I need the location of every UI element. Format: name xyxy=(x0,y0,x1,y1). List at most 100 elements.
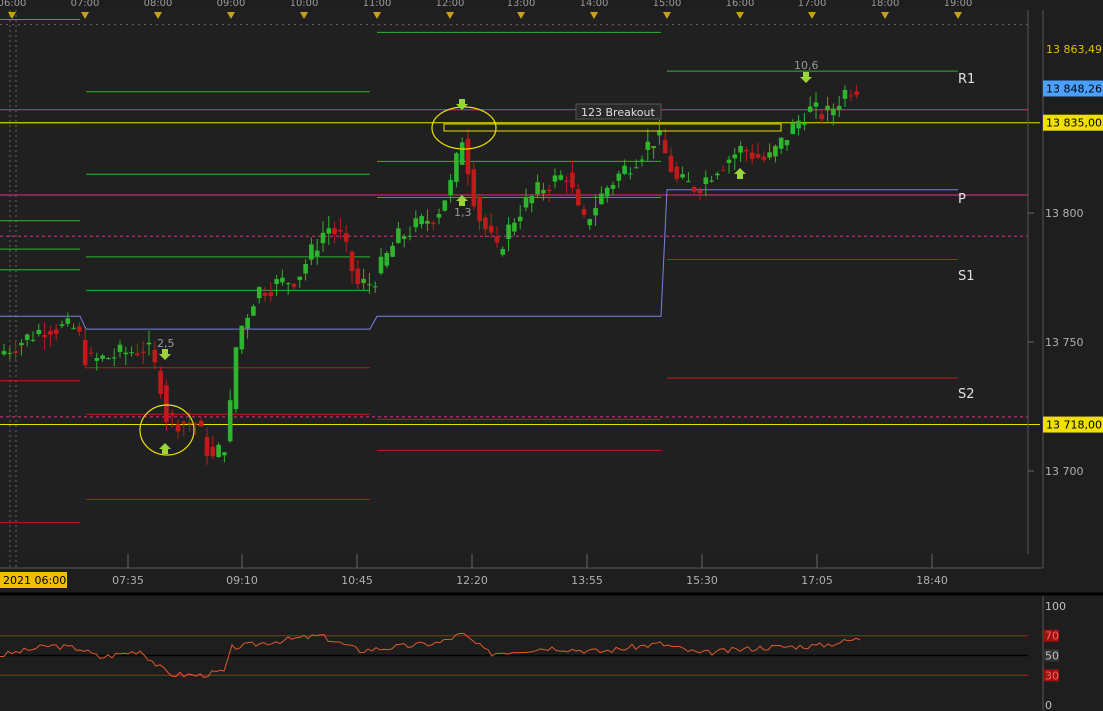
bull-candle xyxy=(123,352,129,355)
bull-candle xyxy=(117,344,123,352)
bear-candle xyxy=(697,190,703,194)
bear-candle xyxy=(755,154,761,158)
bear-candle xyxy=(761,156,767,160)
y-tick-label: 13 750 xyxy=(1045,336,1084,349)
bear-candle xyxy=(662,140,668,154)
bear-candle xyxy=(477,196,482,222)
bull-candle xyxy=(419,216,424,225)
breakout-label: 123 Breakout xyxy=(581,106,656,119)
bear-candle xyxy=(349,251,355,271)
bull-candle xyxy=(587,219,593,226)
bull-candle xyxy=(773,145,778,157)
bear-candle xyxy=(135,353,140,356)
session-label: 10:00 xyxy=(290,0,319,9)
bear-candle xyxy=(720,169,726,171)
bull-candle xyxy=(256,287,262,299)
price-chart[interactable]: 2,5 1,3 10,6 123 Breakout R1 P S1 S2 06:00 07:00… xyxy=(0,0,1103,596)
bull-candle xyxy=(593,208,598,216)
bear-candle xyxy=(332,228,337,235)
bear-candle xyxy=(674,166,680,179)
bear-candle xyxy=(181,421,187,424)
rsi-tick-label: 50 xyxy=(1045,650,1059,663)
bull-candle xyxy=(274,279,279,284)
bull-candle xyxy=(506,224,511,239)
bull-candle xyxy=(767,152,772,158)
bull-candle xyxy=(425,220,430,224)
bull-candle xyxy=(245,317,250,329)
bull-candle xyxy=(448,179,453,196)
bull-candle xyxy=(517,216,523,222)
session-label: 16:00 xyxy=(726,0,755,9)
bear-candle xyxy=(42,335,47,338)
bull-candle xyxy=(436,214,442,218)
bull-candle xyxy=(326,228,332,234)
pivot-label-p: P xyxy=(958,192,966,207)
bear-candle xyxy=(570,172,575,188)
bull-candle xyxy=(616,173,622,181)
bull-candle xyxy=(36,329,42,335)
bear-candle xyxy=(355,268,361,284)
bull-candle xyxy=(639,159,645,161)
bull-candle xyxy=(1,351,7,355)
bull-candle xyxy=(680,174,685,178)
bull-candle xyxy=(778,137,784,149)
bull-candle xyxy=(65,318,71,324)
bull-candle xyxy=(239,325,245,350)
session-label: 08:00 xyxy=(144,0,173,9)
bear-candle xyxy=(749,152,755,159)
bull-candle xyxy=(831,108,836,116)
bull-candle xyxy=(227,400,233,442)
rsi-chart[interactable]: 100 70 50 30 0 xyxy=(0,596,1103,711)
bear-candle xyxy=(343,233,349,242)
bull-candle xyxy=(842,89,848,99)
session-label: 11:00 xyxy=(363,0,392,9)
bear-candle xyxy=(268,291,274,297)
bull-candle xyxy=(401,236,407,239)
bull-candle xyxy=(633,167,639,169)
x-tick-label: 07:35 xyxy=(112,574,144,587)
bear-candle xyxy=(581,208,587,215)
bull-candle xyxy=(372,286,378,288)
bull-candle xyxy=(7,352,13,354)
bear-candle xyxy=(152,349,158,363)
bear-candle xyxy=(471,169,477,207)
session-label: 15:00 xyxy=(653,0,682,9)
bull-candle xyxy=(686,181,691,183)
rsi-background xyxy=(0,596,1103,711)
bull-candle xyxy=(552,175,558,182)
bear-candle xyxy=(140,351,146,353)
x-tick-label: 10:45 xyxy=(341,574,373,587)
bear-candle xyxy=(488,225,494,233)
bear-candle xyxy=(53,329,59,334)
bull-candle xyxy=(59,324,65,326)
bull-candle xyxy=(216,444,221,458)
bear-candle xyxy=(494,236,500,243)
bull-candle xyxy=(309,244,314,260)
pivot-label-r1: R1 xyxy=(958,72,975,87)
bull-candle xyxy=(19,342,24,346)
bull-candle xyxy=(233,347,239,410)
bull-candle xyxy=(303,264,308,274)
bull-candle xyxy=(285,283,291,285)
x-tick-label: 12:20 xyxy=(456,574,488,587)
bull-candle xyxy=(709,180,714,182)
bull-candle xyxy=(610,185,616,189)
y-tick-label: 13 800 xyxy=(1045,207,1084,220)
bull-candle xyxy=(599,193,604,205)
y-tick-label: 13 700 xyxy=(1045,465,1084,478)
session-label: 19:00 xyxy=(944,0,973,9)
bull-candle xyxy=(512,222,517,232)
bull-candle xyxy=(297,276,303,281)
bear-candle xyxy=(164,385,169,422)
bull-candle xyxy=(384,253,390,266)
bear-candle xyxy=(854,91,859,96)
rsi-tick-label: 70 xyxy=(1045,630,1059,643)
bull-candle xyxy=(454,153,459,182)
bear-candle xyxy=(483,217,488,230)
bear-candle xyxy=(198,421,204,427)
bear-candle xyxy=(744,149,749,152)
bear-candle xyxy=(82,339,88,366)
session-label: 17:00 xyxy=(798,0,827,9)
session-label: 07:00 xyxy=(71,0,100,9)
x-tick-label: 15:30 xyxy=(686,574,718,587)
